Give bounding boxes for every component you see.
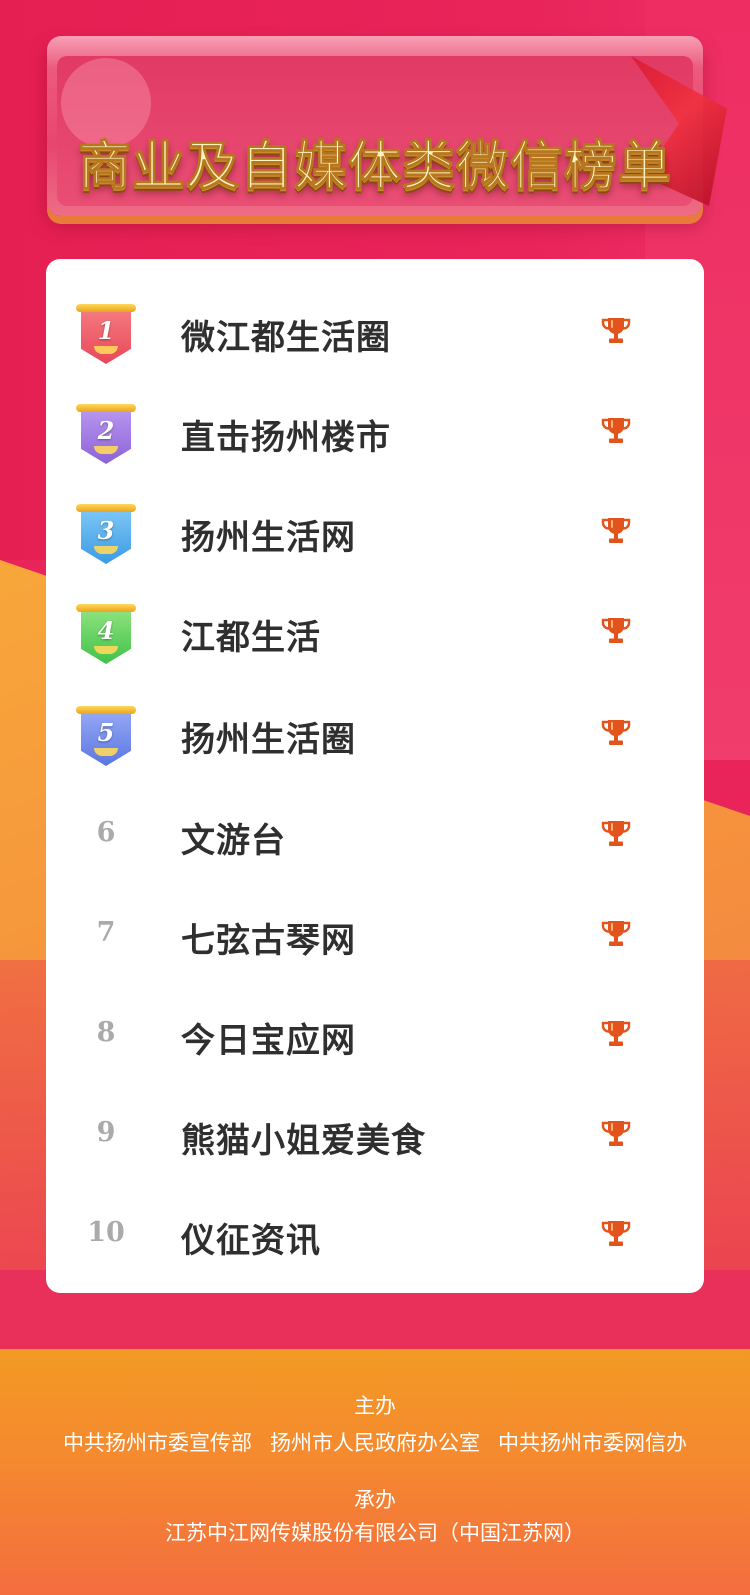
trophy-icon <box>601 921 631 946</box>
trophy-icon <box>601 1221 631 1246</box>
rank-number: 9 <box>96 1117 116 1148</box>
account-name: 仪征资讯 <box>181 1221 321 1261</box>
rank-badge: 3 <box>76 504 136 566</box>
ranking-row: 5 扬州生活圈 <box>46 706 704 806</box>
rank-badge: 1 <box>76 304 136 366</box>
host-item: 中共扬州市委宣传部 <box>63 1431 252 1455</box>
rank-badge: 2 <box>76 404 136 466</box>
ranking-row: 9 熊猫小姐爱美食 <box>46 1107 704 1207</box>
trophy-icon <box>601 518 631 543</box>
account-name: 熊猫小姐爱美食 <box>181 1121 426 1161</box>
trophy-icon <box>601 618 631 643</box>
account-name: 微江都生活圈 <box>181 318 391 358</box>
account-name: 今日宝应网 <box>181 1021 356 1061</box>
organizer-label: 承办 <box>354 1488 396 1512</box>
organizer-name: 江苏中江网传媒股份有限公司（中国江苏网） <box>165 1521 585 1545</box>
trophy-icon <box>601 418 631 443</box>
trophy-icon <box>601 1021 631 1046</box>
rank-badge: 5 <box>76 706 136 768</box>
rank-number: 4 <box>97 616 115 645</box>
account-name: 直击扬州楼市 <box>181 418 391 458</box>
ranking-row: 4 江都生活 <box>46 604 704 704</box>
ranking-row: 1 微江都生活圈 <box>46 304 704 404</box>
trophy-icon <box>601 1121 631 1146</box>
account-name: 文游台 <box>181 821 286 861</box>
rank-number: 5 <box>97 718 115 747</box>
ranking-row: 3 扬州生活网 <box>46 504 704 604</box>
ranking-row: 6 文游台 <box>46 807 704 907</box>
footer: 主办 中共扬州市委宣传部 扬州市人民政府办公室 中共扬州市委网信办 承办 江苏中江网… <box>0 1349 750 1595</box>
ranking-row: 10 仪征资讯 <box>46 1207 704 1307</box>
trophy-icon <box>601 318 631 343</box>
trophy-icon <box>601 720 631 745</box>
rank-number: 10 <box>87 1217 125 1248</box>
host-item: 中共扬州市委网信办 <box>498 1431 687 1455</box>
ranking-row: 2 直击扬州楼市 <box>46 404 704 504</box>
account-name: 扬州生活网 <box>181 518 356 558</box>
page-title: 商业及自媒体类微信榜单 <box>78 135 672 198</box>
ranking-row: 7 七弦古琴网 <box>46 907 704 1007</box>
rank-number: 6 <box>96 817 116 848</box>
title-banner: 商业及自媒体类微信榜单 <box>47 36 727 216</box>
rank-number: 2 <box>97 416 115 445</box>
account-name: 七弦古琴网 <box>181 921 356 961</box>
account-name: 江都生活 <box>181 618 321 658</box>
trophy-icon <box>601 821 631 846</box>
rank-number: 8 <box>96 1017 116 1048</box>
ranking-card: 1 微江都生活圈 2 直击扬州楼市 3 扬州生活网 4 江都生活 5 扬州生活圈 6 文游台 7 七弦古琴… <box>46 259 704 1293</box>
account-name: 扬州生活圈 <box>181 720 356 760</box>
rank-number: 7 <box>96 917 116 948</box>
host-list: 中共扬州市委宣传部 扬州市人民政府办公室 中共扬州市委网信办 <box>0 1427 750 1457</box>
rank-badge: 4 <box>76 604 136 666</box>
rank-number: 3 <box>97 516 115 545</box>
host-label: 主办 <box>354 1394 396 1418</box>
rank-number: 1 <box>97 316 115 345</box>
host-item: 扬州市人民政府办公室 <box>270 1431 480 1455</box>
ranking-row: 8 今日宝应网 <box>46 1007 704 1107</box>
